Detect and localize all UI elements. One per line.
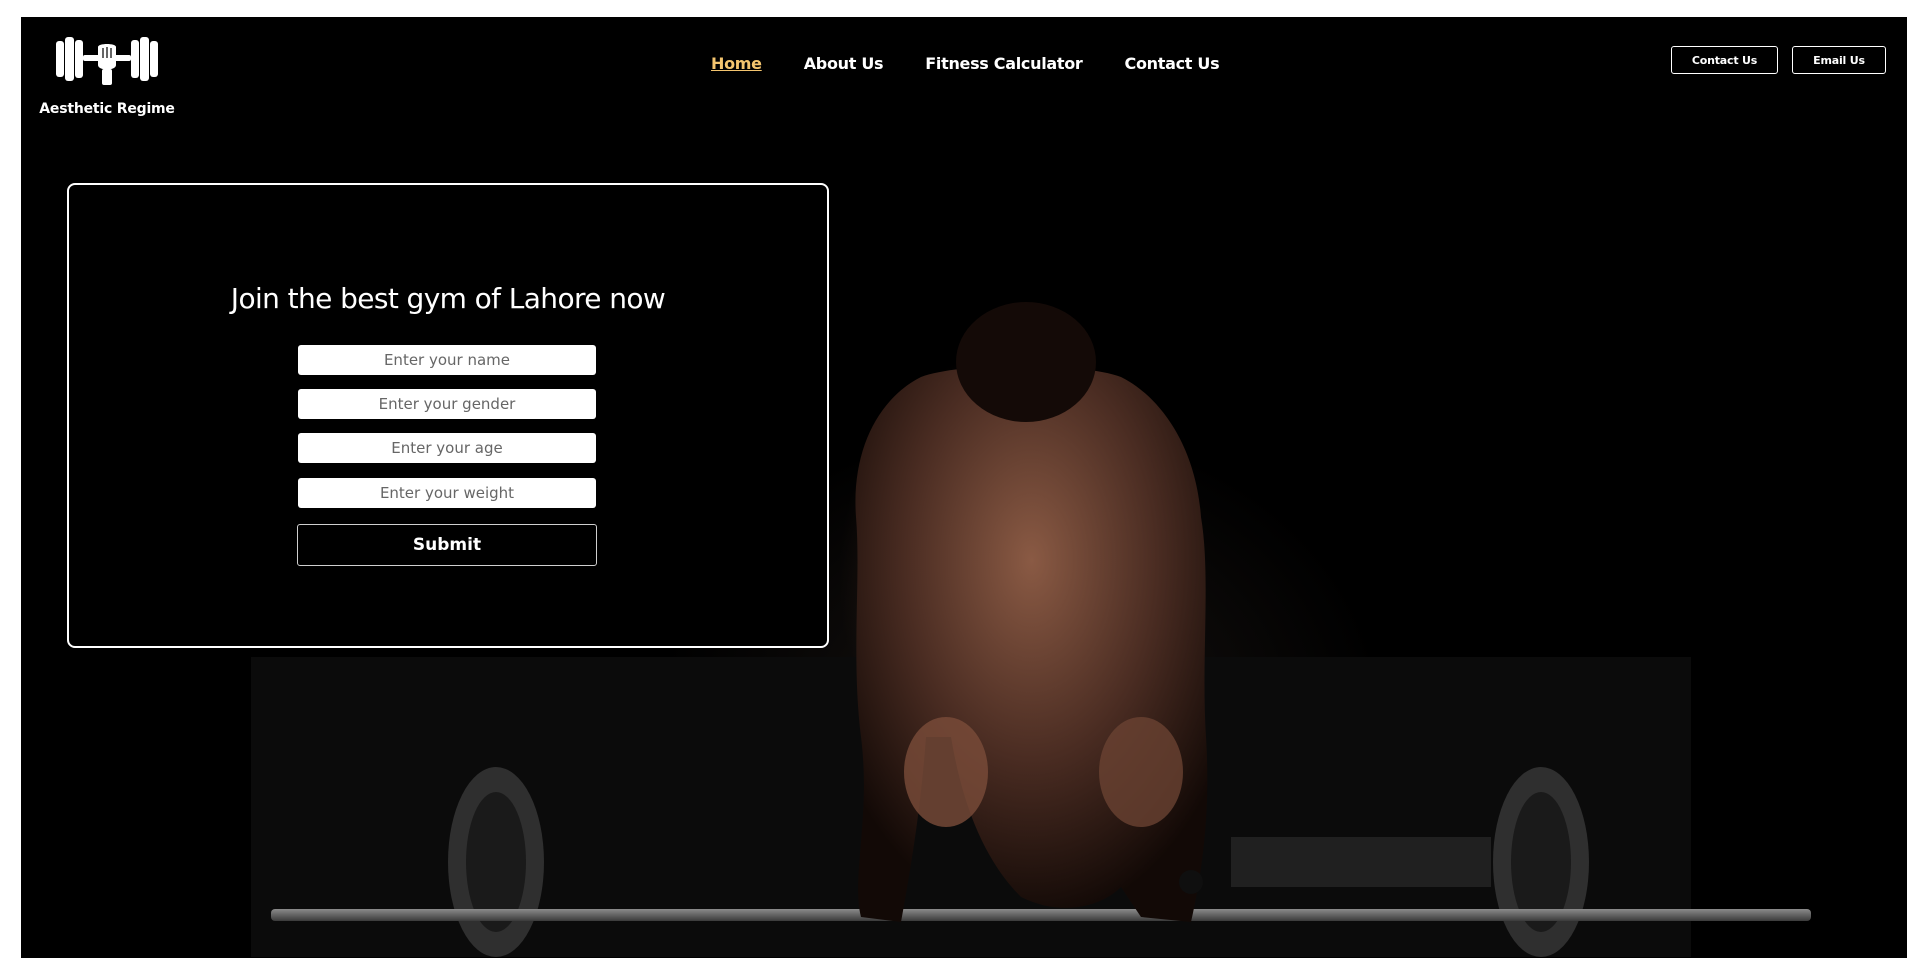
nav-fitness-calculator[interactable]: Fitness Calculator xyxy=(925,54,1083,73)
age-input[interactable] xyxy=(298,433,596,463)
main-nav: Home About Us Fitness Calculator Contact… xyxy=(711,54,1220,73)
signup-card: Join the best gym of Lahore now Submit xyxy=(67,183,829,648)
email-us-button[interactable]: Email Us xyxy=(1792,46,1886,74)
dumbbell-fist-icon xyxy=(56,37,158,85)
header-actions: Contact Us Email Us xyxy=(1671,46,1886,74)
nav-about-us[interactable]: About Us xyxy=(804,54,884,73)
contact-us-button[interactable]: Contact Us xyxy=(1671,46,1778,74)
brand-logo[interactable]: Aesthetic Regime xyxy=(37,31,177,117)
weight-input[interactable] xyxy=(298,478,596,508)
nav-contact-us[interactable]: Contact Us xyxy=(1125,54,1220,73)
brand-name: Aesthetic Regime xyxy=(39,101,175,117)
nav-home[interactable]: Home xyxy=(711,54,762,73)
name-input[interactable] xyxy=(298,345,596,375)
submit-button[interactable]: Submit xyxy=(297,524,597,566)
page: Aesthetic Regime Home About Us Fitness C… xyxy=(21,17,1907,958)
signup-title: Join the best gym of Lahore now xyxy=(230,282,666,315)
gender-input[interactable] xyxy=(298,389,596,419)
